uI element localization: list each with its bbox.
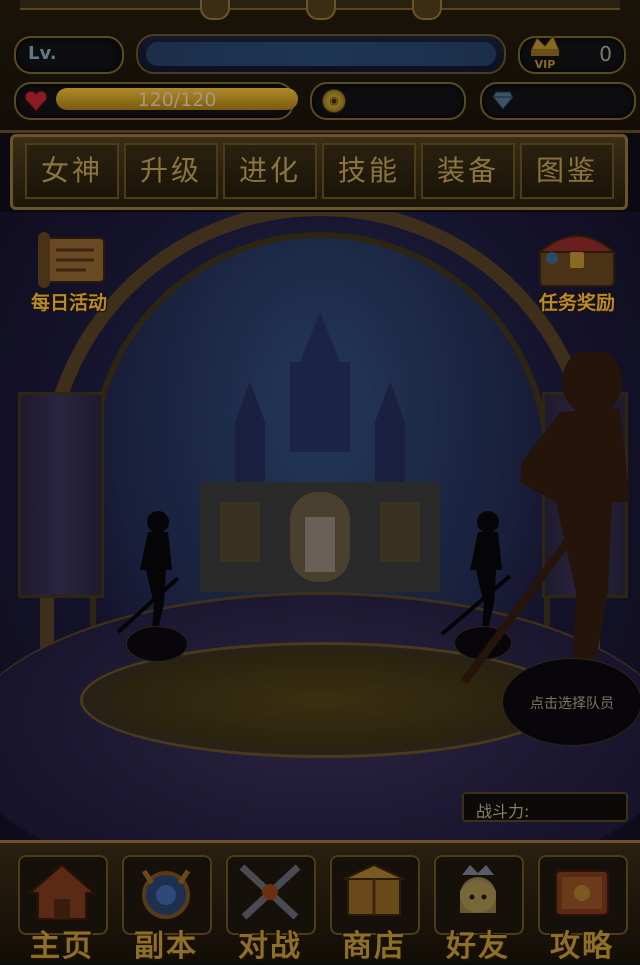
tab-skills[interactable]: 技能 [322, 143, 416, 199]
home-icon [27, 863, 97, 920]
nav-guide-label: 攻略 [550, 929, 614, 964]
team-slot-1-base[interactable] [126, 626, 188, 662]
stamina-display[interactable]: 120/120 [14, 82, 298, 120]
daily-activity-label: 每日活动 [30, 292, 107, 314]
nav-home[interactable]: 主页 [16, 855, 108, 964]
nav-dungeon-label: 副本 [134, 929, 198, 964]
gold-display[interactable]: ◉ [310, 82, 466, 120]
tab-evolve[interactable]: 进化 [223, 143, 317, 199]
team-slot-3-base[interactable]: 点击选择队员 [502, 658, 640, 746]
combat-power-label: 战斗力: [476, 802, 530, 821]
treasure-chest-icon [537, 235, 617, 287]
nav-friends[interactable]: 好友 [432, 855, 524, 964]
level-label: Lv. [28, 43, 57, 64]
vip-label: VIP [535, 58, 556, 71]
guide-icon [555, 870, 609, 916]
heart-icon [24, 90, 48, 112]
diamond-icon [492, 91, 514, 110]
nav-dungeon[interactable]: 副本 [120, 855, 212, 964]
team-scene: 每日活动 任务奖励 点击选择队员 战斗力: [0, 212, 640, 842]
tab-upgrade[interactable]: 升级 [124, 143, 218, 199]
dungeon-icon [141, 869, 191, 919]
tab-goddess[interactable]: 女神 [25, 143, 119, 199]
status-bar: Lv. VIP 0 120/120 ◉ [0, 0, 640, 133]
castle-background [200, 312, 440, 592]
nav-home-label: 主页 [30, 929, 94, 964]
tab-gallery[interactable]: 图鉴 [520, 143, 614, 199]
vip-crown-icon: VIP [530, 35, 560, 71]
stamina-value: 120/120 [137, 89, 217, 111]
vip-value: 0 [599, 42, 612, 66]
tab-equipment[interactable]: 装备 [421, 143, 515, 199]
experience-bar-track [146, 42, 496, 66]
task-reward-button[interactable]: 任务奖励 [522, 222, 632, 314]
vip-display[interactable]: VIP 0 [518, 35, 626, 74]
gold-coin-icon: ◉ [322, 89, 346, 113]
bottom-navigation: 主页 副本 对战 商店 好友 攻略 [0, 840, 640, 964]
gem-display[interactable] [480, 82, 636, 120]
level-display[interactable]: Lv. [14, 36, 124, 74]
team-slot-3-silhouette[interactable] [462, 352, 640, 692]
nav-battle[interactable]: 对战 [224, 855, 316, 964]
battle-icon [239, 864, 301, 920]
nav-battle-label: 对战 [238, 929, 302, 964]
frame-ornament [412, 0, 442, 20]
select-member-prompt: 点击选择队员 [530, 696, 614, 712]
frame-ornament [306, 0, 336, 20]
experience-bar [136, 34, 506, 74]
nav-shop[interactable]: 商店 [328, 855, 420, 964]
task-reward-label: 任务奖励 [538, 292, 615, 314]
nav-guide[interactable]: 攻略 [536, 855, 628, 964]
shop-icon [343, 863, 405, 916]
friends-icon [460, 865, 496, 913]
nav-shop-label: 商店 [342, 929, 406, 964]
function-tab-bar: 女神 升级 进化 技能 装备 图鉴 [10, 134, 628, 210]
daily-activity-button[interactable]: 每日活动 [14, 226, 124, 316]
frame-ornament [200, 0, 230, 20]
scroll-icon [38, 232, 105, 288]
combat-power-display: 战斗力: [462, 792, 628, 822]
left-pillar [18, 392, 104, 598]
nav-friends-label: 好友 [446, 929, 510, 964]
team-slot-1-silhouette[interactable] [108, 508, 200, 638]
